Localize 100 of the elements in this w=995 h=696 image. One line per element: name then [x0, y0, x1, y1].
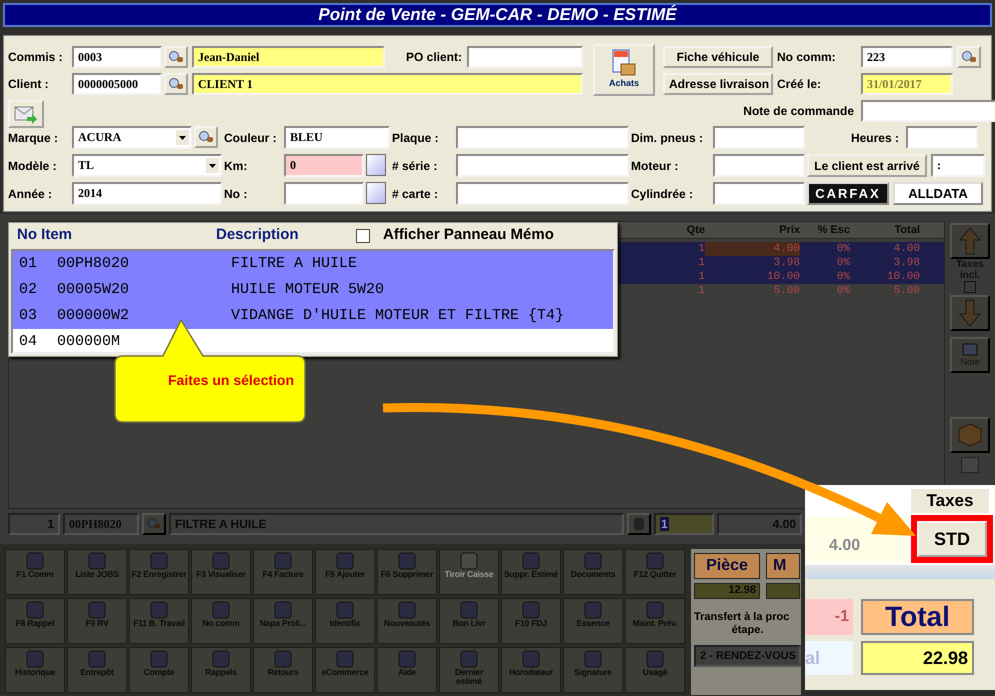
input-field[interactable]: 2014 [72, 182, 222, 205]
field-label: PO client: [404, 49, 463, 66]
checkbox[interactable] [356, 229, 370, 243]
dropdown[interactable]: ACURA [72, 126, 192, 149]
package-button[interactable] [950, 417, 990, 453]
tile-icon [87, 650, 107, 668]
envelope-icon [14, 104, 38, 124]
input-field[interactable]: CLIENT 1 [192, 73, 583, 95]
caret-icon [206, 158, 219, 173]
table-cell-text: 0% [836, 242, 850, 256]
input-field[interactable] [713, 126, 805, 149]
input-field[interactable] [906, 126, 978, 149]
up-arrow-icon [958, 226, 982, 256]
input-field[interactable] [456, 182, 629, 205]
purchases-button[interactable]: Achats [593, 44, 655, 96]
item-code: 000000M [57, 333, 120, 350]
down-arrow-icon [958, 298, 982, 328]
tile-icon [149, 650, 169, 668]
small-checkbox[interactable] [961, 457, 979, 473]
std-button[interactable]: STD [917, 521, 987, 557]
input-field[interactable] [861, 100, 995, 122]
tile-icon [87, 552, 107, 570]
input-field[interactable] [713, 182, 805, 205]
list-row[interactable]: 03 000000W2 VIDANGE D'HUILE MOTEUR ET FILTRE {T4} [13, 303, 613, 329]
tile-icon [583, 552, 603, 570]
lookup-button[interactable] [142, 513, 166, 535]
total-field [766, 583, 800, 599]
field-label: Créé le: [777, 76, 822, 93]
window-title: Point de Vente - GEM-CAR - DEMO - ESTIMÉ [3, 3, 992, 27]
item-description: FILTRE A HUILE [231, 255, 358, 272]
field-label: Heures : [850, 130, 900, 146]
tile-icon [645, 650, 665, 668]
tile-icon [149, 552, 169, 570]
checkbox[interactable] [964, 281, 976, 293]
input-field[interactable]: 0 [284, 154, 364, 177]
field-label: Cylindrée : [631, 186, 694, 202]
picker-button[interactable] [366, 154, 386, 176]
input-field[interactable] [456, 154, 629, 177]
sms-button[interactable] [8, 100, 44, 128]
column-header: Qte [686, 223, 705, 238]
parts-label: Pièce [694, 553, 760, 579]
tile-icon [25, 552, 45, 570]
input-field[interactable] [713, 154, 805, 177]
tile-icon [273, 552, 293, 570]
alldata-button[interactable]: ALLDATA [893, 182, 983, 205]
time-field[interactable]: : [931, 154, 985, 177]
input-field[interactable]: BLEU [284, 126, 390, 149]
item-code: 00005W20 [57, 281, 130, 298]
quantity-field[interactable]: 1 [654, 513, 714, 535]
tile-icon [25, 601, 45, 619]
callout-text: Faites un sélection [168, 372, 294, 388]
tile-icon [397, 650, 417, 668]
column-header: % Esc [816, 223, 850, 238]
date-field[interactable]: 31/01/2017 [861, 73, 953, 95]
parts-total-field: 12.98 [694, 583, 760, 599]
tile-icon [149, 601, 169, 619]
input-field[interactable]: Jean-Daniel [192, 46, 385, 68]
tile-icon [459, 650, 479, 668]
tile-icon [583, 650, 603, 668]
note-icon [961, 343, 979, 357]
input-field[interactable]: 0003 [72, 46, 162, 68]
input-field[interactable]: 223 [861, 46, 953, 68]
total-label: Total [861, 599, 974, 635]
magnifier-icon [147, 518, 161, 530]
move-up-button[interactable] [950, 223, 990, 259]
column-header: Total [894, 223, 920, 238]
item-description: VIDANGE D'HUILE MOTEUR ET FILTRE {T4} [231, 307, 564, 324]
field-label: Client : [8, 76, 50, 93]
memo-label: Afficher Panneau Mémo [383, 226, 554, 243]
client-arrived-button[interactable]: Le client est arrivé [807, 154, 927, 177]
column-header: Prix [778, 223, 800, 238]
input-field[interactable] [284, 182, 364, 205]
table-cell-text: 3.98 [772, 256, 800, 270]
input-field[interactable] [456, 126, 629, 149]
input-field[interactable] [467, 46, 583, 68]
field-label: No comm: [777, 49, 837, 66]
table-cell-text: 10.00 [886, 270, 920, 284]
magnifier-icon [168, 50, 184, 64]
tile-icon [459, 601, 479, 619]
table-cell-text: 4.00 [892, 242, 920, 256]
picker-button[interactable] [366, 182, 386, 204]
dropdown[interactable]: TL [72, 154, 222, 177]
tire-button[interactable] [627, 513, 651, 535]
column-header: No Item [17, 226, 72, 243]
move-down-button[interactable] [950, 295, 990, 331]
field-label: Moteur : [631, 158, 680, 174]
list-row[interactable]: 04 000000M [13, 329, 613, 352]
tile-icon [335, 650, 355, 668]
list-row[interactable]: 01 00PH8020 FILTRE A HUILE [13, 251, 613, 277]
table-cell-text: 1 [697, 242, 705, 256]
list-row[interactable]: 02 00005W20 HUILE MOTEUR 5W20 [13, 277, 613, 303]
input-field[interactable]: 0000005000 [72, 73, 162, 95]
table-cell-text: 5.00 [772, 284, 800, 298]
table-cell: 4.00 [705, 242, 800, 256]
tile-icon [335, 552, 355, 570]
delivery-address-button[interactable]: Adresse livraison [663, 73, 773, 95]
tile-icon [211, 601, 231, 619]
taxes-label: Taxes [911, 489, 989, 513]
vehicle-sheet-button[interactable]: Fiche véhicule [663, 46, 773, 68]
carfax-button[interactable]: CARFAX [807, 182, 889, 205]
